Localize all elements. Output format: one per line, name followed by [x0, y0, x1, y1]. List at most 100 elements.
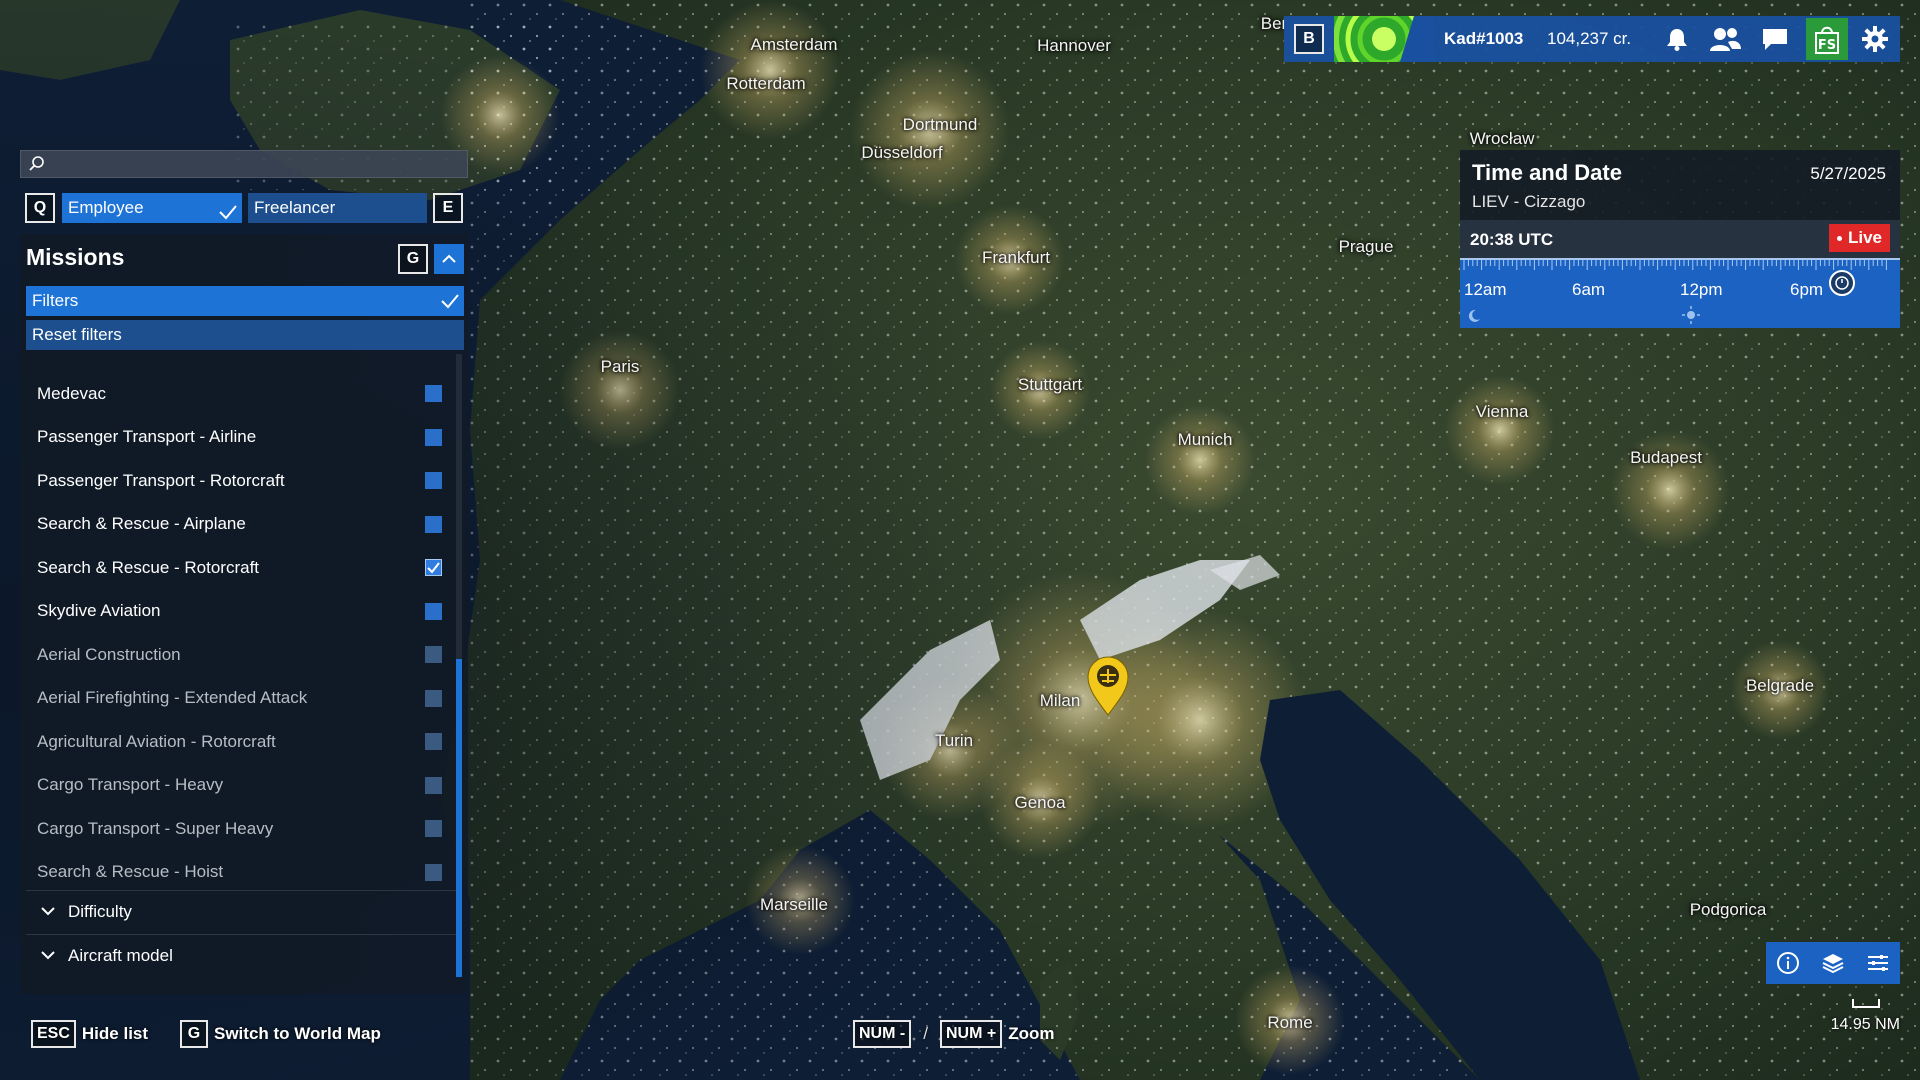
friends-icon[interactable]: [1708, 22, 1742, 56]
filters-label: Filters: [32, 291, 79, 310]
city-label-podgorica: Podgorica: [1689, 900, 1767, 919]
num-minus-key[interactable]: NUM -: [853, 1020, 912, 1048]
reset-filters-button[interactable]: Reset filters: [26, 320, 464, 350]
next-tab-key[interactable]: E: [433, 193, 463, 223]
sun-icon: [1682, 306, 1700, 324]
num-plus-key[interactable]: NUM +: [939, 1020, 1003, 1048]
difficulty-section[interactable]: Difficulty: [26, 890, 456, 933]
switch-map-hint[interactable]: G Switch to World Map: [180, 1020, 381, 1048]
chat-icon[interactable]: [1758, 22, 1792, 56]
search-icon: [29, 156, 44, 171]
checkbox[interactable]: [425, 689, 442, 707]
mission-filter-item[interactable]: Medevac: [26, 372, 456, 416]
time-date-panel: Time and Date 5/27/2025 LIEV - Cizzago 2…: [1460, 150, 1900, 328]
location-pin-icon[interactable]: [1086, 655, 1130, 717]
layers-icon[interactable]: [1819, 949, 1847, 977]
checkbox[interactable]: [425, 385, 442, 402]
time-panel-title: Time and Date: [1472, 160, 1622, 185]
zoom-hint: NUM - / NUM + Zoom: [853, 1020, 1054, 1048]
mission-filter-item[interactable]: Passenger Transport - Rotorcraft: [26, 459, 456, 503]
current-location: LIEV - Cizzago: [1472, 192, 1586, 211]
city-label-munich: Munich: [1177, 430, 1233, 449]
time-slider-handle[interactable]: [1829, 270, 1856, 296]
scrollbar-thumb[interactable]: [456, 659, 462, 977]
missions-toggle-key[interactable]: G: [398, 244, 428, 274]
profile-key[interactable]: B: [1294, 24, 1324, 54]
mission-filter-item[interactable]: Aerial Construction: [26, 633, 456, 677]
chevron-down-icon: [41, 907, 55, 916]
mission-filter-label: Search & Rescue - Hoist: [37, 862, 224, 882]
checkbox[interactable]: [425, 776, 442, 794]
city-label-amsterdam: Amsterdam: [750, 35, 838, 54]
utc-time: 20:38 UTC: [1470, 230, 1554, 249]
timeline-label-6pm: 6pm: [1790, 280, 1824, 299]
city-label-vienna: Vienna: [1475, 402, 1529, 421]
mission-filter-label: Agricultural Aviation - Rotorcraft: [37, 731, 276, 751]
shop-icon[interactable]: FS: [1806, 18, 1848, 60]
mission-filter-item[interactable]: Search & Rescue - Rotorcraft: [26, 546, 456, 590]
map-scale-bar: [1852, 999, 1880, 1008]
check-icon: [441, 294, 459, 309]
mission-filter-label: Passenger Transport - Rotorcraft: [37, 470, 285, 490]
city-label-marseille: Marseille: [759, 895, 829, 914]
mission-filter-label: Aerial Construction: [37, 644, 181, 664]
checkbox[interactable]: [425, 733, 442, 750]
mission-filter-item[interactable]: Agricultural Aviation - Rotorcraft: [26, 720, 456, 764]
info-icon[interactable]: [1774, 949, 1802, 977]
city-label-rome: Rome: [1267, 1013, 1313, 1032]
city-label-wroclaw: Wrocław: [1469, 129, 1535, 148]
mission-filter-label: Cargo Transport - Super Heavy: [37, 818, 274, 838]
zoom-separator: /: [923, 1024, 928, 1043]
checkbox[interactable]: [425, 602, 442, 620]
mission-filter-label: Medevac: [37, 383, 106, 403]
live-dot-icon: [1836, 235, 1842, 241]
search-input[interactable]: [51, 151, 461, 177]
list-settings-icon[interactable]: [1864, 949, 1892, 977]
checkbox[interactable]: [425, 515, 442, 533]
checkbox-checked[interactable]: [425, 559, 442, 576]
aircraft-model-section[interactable]: Aircraft model: [26, 934, 456, 977]
mission-filter-item[interactable]: Skydive Aviation: [26, 590, 456, 634]
chevron-up-icon: [442, 254, 456, 263]
moon-icon: [1468, 309, 1480, 322]
mission-filter-item[interactable]: Search & Rescue - Hoist: [26, 851, 456, 895]
mission-filter-item[interactable]: Cargo Transport - Heavy: [26, 764, 456, 808]
live-button[interactable]: Live: [1828, 224, 1890, 252]
timeline-label-12am: 12am: [1464, 280, 1507, 299]
checkbox[interactable]: [425, 428, 442, 446]
checkbox[interactable]: [425, 646, 442, 663]
mission-filter-label: Aerial Firefighting - Extended Attack: [37, 688, 308, 708]
city-label-belgrade: Belgrade: [1745, 676, 1815, 695]
mission-filter-item[interactable]: Cargo Transport - Super Heavy: [26, 807, 456, 851]
search-bar[interactable]: [20, 150, 468, 178]
city-label-frankfurt: Frankfurt: [981, 248, 1051, 267]
mission-filter-label: Search & Rescue - Airplane: [37, 514, 246, 534]
bell-icon[interactable]: [1660, 22, 1694, 56]
checkbox[interactable]: [425, 863, 442, 881]
tab-employee[interactable]: Employee: [62, 193, 242, 223]
time-status-bar: 20:38 UTC Live: [1460, 220, 1900, 258]
collapse-button[interactable]: [434, 244, 464, 274]
city-label-dortmund: Dortmund: [902, 115, 978, 134]
city-label-milan: Milan: [1039, 691, 1081, 710]
mission-filter-label: Cargo Transport - Heavy: [37, 775, 224, 795]
mission-filter-item[interactable]: Passenger Transport - Airline: [26, 416, 456, 460]
missions-panel: Missions G Filters Reset filters Medevac…: [20, 234, 468, 994]
avatar[interactable]: [1334, 16, 1434, 62]
mission-filter-item[interactable]: Search & Rescue - Airplane: [26, 503, 456, 547]
prev-tab-key[interactable]: Q: [25, 193, 55, 223]
chevron-down-icon: [41, 951, 55, 960]
checkbox[interactable]: [425, 472, 442, 489]
time-slider[interactable]: 12am 6am 12pm 6pm: [1460, 258, 1900, 328]
checkbox[interactable]: [425, 820, 442, 837]
hide-list-hint[interactable]: ESC Hide list: [31, 1020, 148, 1048]
tab-freelancer-label: Freelancer: [254, 198, 336, 217]
username: Kad#1003: [1444, 29, 1524, 48]
mission-filter-label: Search & Rescue - Rotorcraft: [37, 557, 260, 577]
tab-freelancer[interactable]: Freelancer: [248, 193, 427, 223]
gear-icon[interactable]: [1858, 22, 1892, 56]
live-label: Live: [1847, 228, 1882, 247]
city-label-rotterdam: Rotterdam: [726, 74, 806, 93]
mission-filter-item[interactable]: Aerial Firefighting - Extended Attack: [26, 677, 456, 721]
filters-toggle[interactable]: Filters: [26, 286, 464, 316]
